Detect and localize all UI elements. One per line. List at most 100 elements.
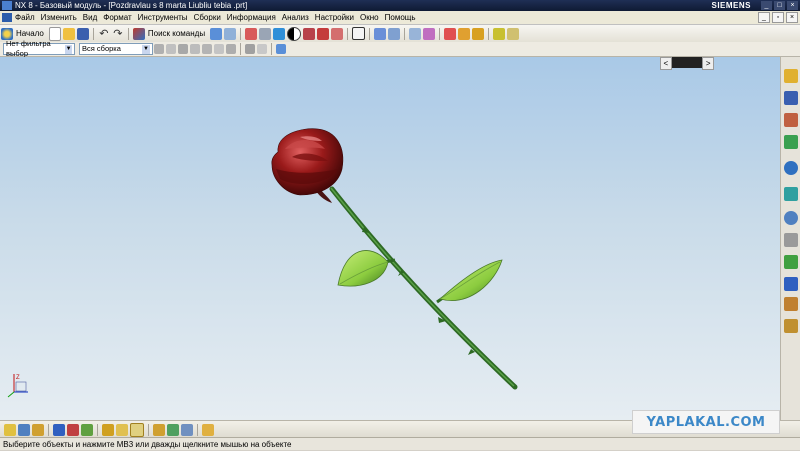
- palettes-icon[interactable]: [784, 255, 798, 269]
- select-icon[interactable]: [210, 27, 223, 40]
- chevron-right-icon[interactable]: >: [702, 57, 714, 70]
- rose-model[interactable]: Z: [0, 57, 780, 420]
- open-folder-icon[interactable]: [62, 27, 75, 40]
- rectangle-select-icon[interactable]: [245, 44, 255, 54]
- snap-view-icon[interactable]: [374, 27, 387, 40]
- menu-bar: Файл Изменить Вид Формат Инструменты Сбо…: [0, 11, 800, 25]
- history-icon[interactable]: [784, 211, 798, 225]
- process-studio-icon[interactable]: [784, 319, 798, 333]
- type-filter-dropdown[interactable]: Нет фильтра выбор ▼: [3, 39, 75, 58]
- redo-icon[interactable]: ↷: [112, 28, 124, 40]
- lasso-select-icon[interactable]: [257, 44, 267, 54]
- view-triad[interactable]: Z: [7, 374, 28, 398]
- shaded-icon[interactable]: [303, 27, 316, 40]
- ruler-icon[interactable]: [493, 27, 506, 40]
- edge-blend-icon[interactable]: [81, 423, 93, 436]
- boolean-icon[interactable]: [67, 423, 79, 436]
- separator: [404, 27, 406, 40]
- doc-minimize-button[interactable]: _: [758, 12, 770, 23]
- menu-help[interactable]: Помощь: [385, 13, 416, 22]
- render-style-icon[interactable]: [287, 26, 302, 41]
- assembly-navigator-icon[interactable]: [784, 91, 798, 105]
- offset-face-icon[interactable]: [181, 423, 193, 436]
- filter-settings-icon[interactable]: [154, 44, 164, 54]
- doc-restore-button[interactable]: ▫: [772, 12, 784, 23]
- faces-filter-icon[interactable]: [214, 44, 224, 54]
- assembly-filter-dropdown[interactable]: Вся сборка ▼: [79, 43, 153, 55]
- maximize-button[interactable]: □: [774, 1, 785, 10]
- close-button[interactable]: ×: [787, 1, 798, 10]
- minimize-button[interactable]: _: [761, 1, 772, 10]
- hole-icon[interactable]: [53, 423, 65, 436]
- app-logo-icon: [2, 1, 12, 10]
- chevron-down-icon: ▼: [65, 44, 72, 54]
- datum-axis-icon[interactable]: [116, 423, 128, 436]
- fit-view-icon[interactable]: [245, 27, 258, 40]
- partially-shaded-icon[interactable]: [331, 27, 344, 40]
- reset-filter-icon[interactable]: [178, 44, 188, 54]
- separator: [240, 43, 241, 55]
- datum-plane-icon[interactable]: [102, 423, 114, 436]
- orient-view-icon[interactable]: [273, 27, 286, 40]
- start-menu-button[interactable]: Начало: [16, 29, 44, 38]
- search-command-icon[interactable]: [132, 27, 145, 40]
- menu-file[interactable]: Файл: [15, 13, 35, 22]
- sketch-icon[interactable]: [4, 423, 16, 436]
- menu-edit[interactable]: Изменить: [41, 13, 77, 22]
- select-all-icon[interactable]: [166, 44, 176, 54]
- edges-filter-icon[interactable]: [226, 44, 236, 54]
- nx-menu-icon[interactable]: [2, 13, 12, 22]
- doc-close-button[interactable]: ×: [786, 12, 798, 23]
- search-command-button[interactable]: Поиск команды: [148, 29, 205, 38]
- start-icon[interactable]: [1, 27, 13, 40]
- chevron-down-icon: ▼: [142, 44, 150, 54]
- menu-window[interactable]: Окно: [360, 13, 379, 22]
- snap-point-icon[interactable]: [276, 44, 286, 54]
- measure-icon[interactable]: [472, 27, 485, 40]
- point-icon[interactable]: [224, 27, 237, 40]
- navigator-track[interactable]: [671, 57, 703, 68]
- menu-view[interactable]: Вид: [83, 13, 97, 22]
- layers-icon[interactable]: [409, 27, 422, 40]
- trim-body-icon[interactable]: [153, 423, 165, 436]
- menu-tools[interactable]: Инструменты: [138, 13, 188, 22]
- menu-information[interactable]: Информация: [227, 13, 276, 22]
- roles-icon[interactable]: [784, 69, 798, 83]
- system-scenes-icon[interactable]: [784, 277, 798, 291]
- menu-format[interactable]: Формат: [103, 13, 131, 22]
- menu-preferences[interactable]: Настройки: [315, 13, 354, 22]
- undo-icon[interactable]: ↶: [98, 28, 110, 40]
- separator: [97, 423, 98, 436]
- background-icon[interactable]: [352, 27, 366, 40]
- menu-analysis[interactable]: Анализ: [282, 13, 309, 22]
- clipping-icon[interactable]: [507, 27, 520, 40]
- zoom-icon[interactable]: [259, 27, 272, 40]
- chevron-left-icon[interactable]: <: [660, 57, 672, 70]
- hd3d-tools-icon[interactable]: [784, 187, 798, 201]
- synchronous-modeling-icon[interactable]: [202, 423, 214, 436]
- web-browser-icon[interactable]: [784, 233, 798, 247]
- csys-icon[interactable]: [423, 27, 436, 40]
- rose-stem[interactable]: [329, 186, 518, 390]
- type-filter-value: Нет фильтра выбор: [6, 39, 51, 58]
- move-object-icon[interactable]: [444, 27, 457, 40]
- view-navigator[interactable]: < >: [660, 57, 714, 70]
- point-set-icon[interactable]: [130, 422, 144, 437]
- extrude-icon[interactable]: [18, 423, 30, 436]
- bodies-filter-icon[interactable]: [202, 44, 212, 54]
- revolve-icon[interactable]: [32, 423, 44, 436]
- part-navigator-icon[interactable]: [784, 135, 798, 149]
- split-body-icon[interactable]: [167, 423, 179, 436]
- menu-assemblies[interactable]: Сборки: [194, 13, 221, 22]
- constraint-navigator-icon[interactable]: [784, 113, 798, 127]
- edge-shaded-icon[interactable]: [317, 27, 330, 40]
- features-filter-icon[interactable]: [190, 44, 200, 54]
- system-materials-icon[interactable]: [784, 297, 798, 311]
- transform-icon[interactable]: [458, 27, 471, 40]
- reuse-library-icon[interactable]: [784, 161, 798, 175]
- graphics-window[interactable]: Z: [0, 57, 780, 420]
- separator: [488, 27, 490, 40]
- save-icon[interactable]: [76, 27, 89, 40]
- wcs-icon[interactable]: [388, 27, 401, 40]
- standard-toolbar: Начало ↶ ↷ Поиск команды: [0, 25, 800, 43]
